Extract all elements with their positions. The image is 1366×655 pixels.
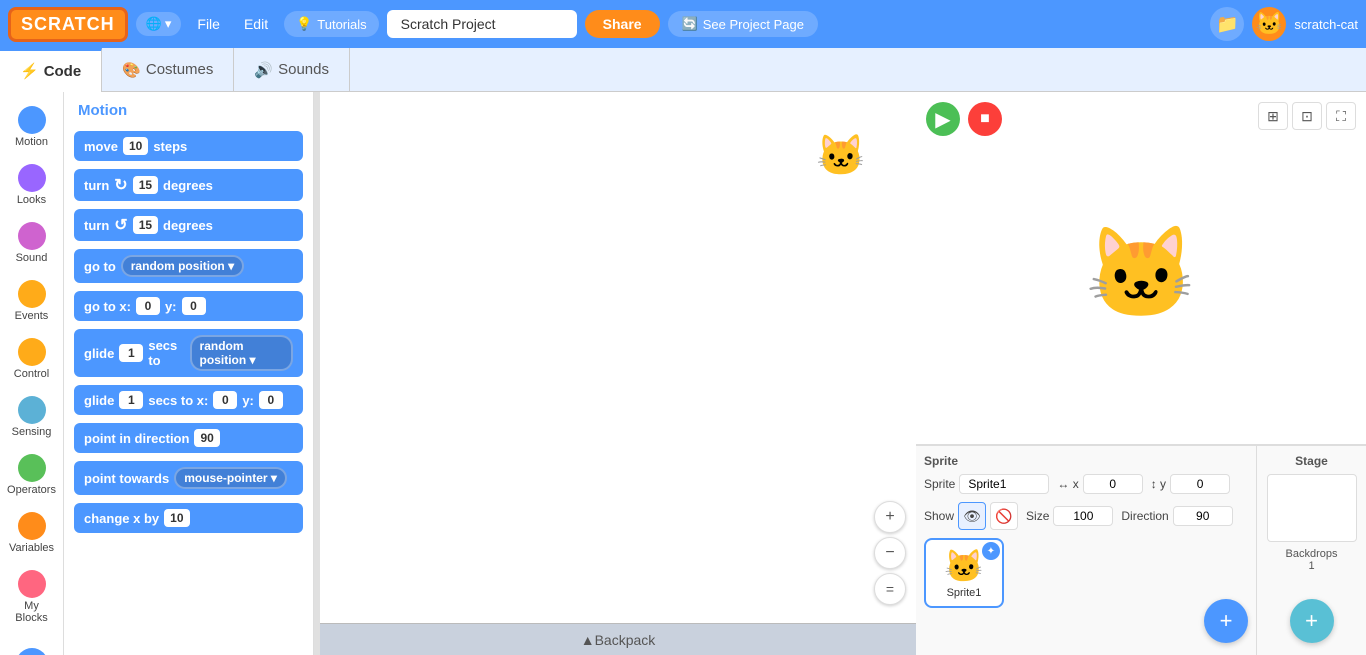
zoom-in-button[interactable]: + <box>874 501 906 533</box>
show-label: Show <box>924 509 954 523</box>
project-name-input[interactable] <box>387 10 577 38</box>
sidebar-item-sound[interactable]: Sound <box>4 216 60 270</box>
globe-chevron: ▾ <box>165 16 172 32</box>
remix-icon: 🔄 <box>682 16 698 32</box>
show-visible-button[interactable]: 👁 <box>958 502 986 530</box>
sidebar-item-motion[interactable]: Motion <box>4 100 60 154</box>
share-button[interactable]: Share <box>585 10 660 38</box>
add-backdrop-button[interactable]: + <box>1290 599 1334 643</box>
block-goto-xy[interactable]: go to x: 0 y: 0 <box>74 291 303 321</box>
show-hidden-button[interactable]: 🚫 <box>990 502 1018 530</box>
y-label: ↕ y <box>1151 477 1166 491</box>
small-stage-button[interactable]: ⊞ <box>1258 102 1288 130</box>
fullscreen-button[interactable]: ⛶ <box>1326 102 1356 130</box>
backpack-bar[interactable]: ▲ Backpack <box>320 623 916 655</box>
y-input[interactable] <box>1170 474 1230 494</box>
tab-sounds[interactable]: 🔊 Sounds <box>234 48 350 92</box>
sounds-tab-icon: 🔊 <box>254 61 273 79</box>
tab-costumes[interactable]: 🎨 Costumes <box>102 48 234 92</box>
backdrops-count: 1 <box>1308 560 1314 572</box>
script-canvas[interactable]: 🐱 <box>320 92 916 655</box>
tab-code[interactable]: ⚡ Code <box>0 48 102 92</box>
globe-icon: 🌐 <box>146 16 162 32</box>
block-glide-to[interactable]: glide 1 secs to random position ▾ <box>74 329 303 377</box>
sprite-name-input[interactable] <box>959 474 1049 494</box>
lightbulb-icon: 💡 <box>296 16 312 32</box>
scratch-logo[interactable]: SCRATCH <box>8 7 128 42</box>
add-extension-button[interactable]: + <box>4 642 60 655</box>
backdrops-label: Backdrops <box>1286 548 1338 560</box>
fit-button[interactable]: = <box>874 573 906 605</box>
stop-button[interactable]: ■ <box>968 102 1002 136</box>
blocks-panel-title: Motion <box>74 102 303 119</box>
sidebar-item-looks[interactable]: Looks <box>4 158 60 212</box>
see-project-button[interactable]: 🔄 See Project Page <box>668 11 818 37</box>
sidebar-item-variables[interactable]: Variables <box>4 506 60 560</box>
sprite-thumb-sprite1[interactable]: 🐱 Sprite1 ✦ <box>924 538 1004 608</box>
sprite-thumbnail-canvas: 🐱 <box>816 132 866 182</box>
x-input[interactable] <box>1083 474 1143 494</box>
sidebar-item-myblocks[interactable]: My Blocks <box>4 564 60 630</box>
x-label: ↔ x <box>1057 477 1078 491</box>
code-tab-icon: ⚡ <box>20 62 39 80</box>
sidebar-item-operators[interactable]: Operators <box>4 448 60 502</box>
add-sprite-button[interactable]: + <box>1204 599 1248 643</box>
block-point-towards[interactable]: point towards mouse-pointer ▾ <box>74 461 303 495</box>
stage-thumbnail <box>1267 474 1357 542</box>
direction-input[interactable] <box>1173 506 1233 526</box>
user-name[interactable]: scratch-cat <box>1294 17 1358 32</box>
size-label: Size <box>1026 509 1049 523</box>
backpack-chevron: ▲ <box>581 632 595 648</box>
user-avatar[interactable]: 🐱 <box>1252 7 1286 41</box>
block-turn-ccw[interactable]: turn ↺ 15 degrees <box>74 209 303 241</box>
block-point-direction[interactable]: point in direction 90 <box>74 423 303 453</box>
sprite-panel-header: Sprite <box>924 454 1248 468</box>
save-icon-button[interactable]: 📁 <box>1210 7 1244 41</box>
file-menu[interactable]: File <box>189 12 228 36</box>
globe-button[interactable]: 🌐 ▾ <box>136 12 182 36</box>
block-glide-xy[interactable]: glide 1 secs to x: 0 y: 0 <box>74 385 303 415</box>
size-input[interactable] <box>1053 506 1113 526</box>
sidebar-item-control[interactable]: Control <box>4 332 60 386</box>
edit-menu[interactable]: Edit <box>236 12 276 36</box>
block-change-x[interactable]: change x by 10 <box>74 503 303 533</box>
stage-panel-label: Stage <box>1295 454 1328 468</box>
block-turn-cw[interactable]: turn ↻ 15 degrees <box>74 169 303 201</box>
zoom-out-button[interactable]: − <box>874 537 906 569</box>
direction-label: Direction <box>1121 509 1168 523</box>
costumes-tab-icon: 🎨 <box>122 61 141 79</box>
folder-icon: 📁 <box>1216 14 1238 35</box>
tutorials-button[interactable]: 💡 Tutorials <box>284 11 379 37</box>
block-move[interactable]: move 10 steps <box>74 131 303 161</box>
normal-stage-button[interactable]: ⊡ <box>1292 102 1322 130</box>
stage-area: ▶ ■ ⊞ ⊡ ⛶ 🐱 <box>916 92 1366 445</box>
block-goto-random[interactable]: go to random position ▾ <box>74 249 303 283</box>
sidebar-item-events[interactable]: Events <box>4 274 60 328</box>
sidebar-item-sensing[interactable]: Sensing <box>4 390 60 444</box>
green-flag-button[interactable]: ▶ <box>926 102 960 136</box>
stage-sprite-cat: 🐱 <box>1085 221 1197 326</box>
sprite-name-label: Sprite <box>924 477 955 491</box>
